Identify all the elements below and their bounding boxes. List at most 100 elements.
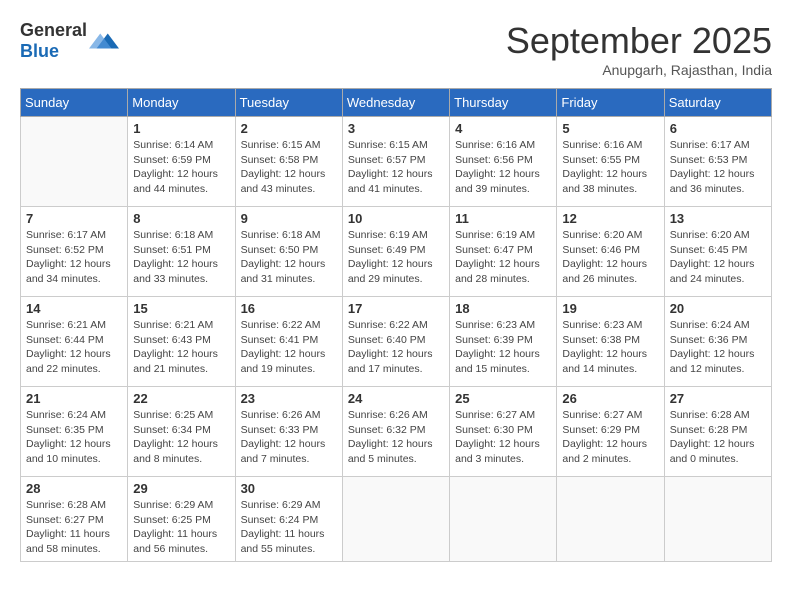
calendar-table: SundayMondayTuesdayWednesdayThursdayFrid… (20, 88, 772, 562)
logo-general: General (20, 20, 87, 40)
day-number: 27 (670, 391, 766, 406)
calendar-header-monday: Monday (128, 89, 235, 117)
day-number: 18 (455, 301, 551, 316)
day-number: 17 (348, 301, 444, 316)
day-number: 12 (562, 211, 658, 226)
day-number: 4 (455, 121, 551, 136)
day-number: 29 (133, 481, 229, 496)
day-number: 3 (348, 121, 444, 136)
calendar-cell: 3 Sunrise: 6:15 AM Sunset: 6:57 PM Daylig… (342, 117, 449, 207)
calendar-cell (450, 477, 557, 562)
day-number: 28 (26, 481, 122, 496)
calendar-cell (557, 477, 664, 562)
calendar-cell: 8Sunrise: 6:18 AM Sunset: 6:51 PM Daylig… (128, 207, 235, 297)
calendar-week-4: 21Sunrise: 6:24 AM Sunset: 6:35 PM Dayli… (21, 387, 772, 477)
day-number: 11 (455, 211, 551, 226)
day-info: Sunrise: 6:24 AM Sunset: 6:36 PM Dayligh… (670, 318, 766, 377)
logo: General Blue (20, 20, 119, 62)
day-number: 13 (670, 211, 766, 226)
calendar-header-sunday: Sunday (21, 89, 128, 117)
day-info: Sunrise: 6:16 AM Sunset: 6:55 PM Dayligh… (562, 138, 658, 197)
calendar-header-saturday: Saturday (664, 89, 771, 117)
calendar-week-5: 28 Sunrise: 6:28 AM Sunset: 6:27 PM Dayli… (21, 477, 772, 562)
month-title: September 2025 (506, 20, 772, 62)
day-info: Sunrise: 6:15 AM Sunset: 6:57 PM Dayligh… (348, 138, 444, 197)
day-info: Sunrise: 6:19 AM Sunset: 6:49 PM Dayligh… (348, 228, 444, 287)
day-number: 5 (562, 121, 658, 136)
day-number: 10 (348, 211, 444, 226)
calendar-cell: 18Sunrise: 6:23 AM Sunset: 6:39 PM Dayli… (450, 297, 557, 387)
calendar-cell: 7 Sunrise: 6:17 AM Sunset: 6:52 PM Daylig… (21, 207, 128, 297)
day-info: Sunrise: 6:23 AM Sunset: 6:38 PM Dayligh… (562, 318, 658, 377)
calendar-cell: 24 Sunrise: 6:26 AM Sunset: 6:32 PM Dayli… (342, 387, 449, 477)
day-info: Sunrise: 6:18 AM Sunset: 6:51 PM Dayligh… (133, 228, 229, 287)
calendar-cell: 26 Sunrise: 6:27 AM Sunset: 6:29 PM Dayli… (557, 387, 664, 477)
day-info: Sunrise: 6:19 AM Sunset: 6:47 PM Dayligh… (455, 228, 551, 287)
calendar-cell: 23 Sunrise: 6:26 AM Sunset: 6:33 PM Dayli… (235, 387, 342, 477)
calendar-week-2: 7 Sunrise: 6:17 AM Sunset: 6:52 PM Daylig… (21, 207, 772, 297)
day-info: Sunrise: 6:25 AM Sunset: 6:34 PM Dayligh… (133, 408, 229, 467)
day-info: Sunrise: 6:27 AM Sunset: 6:30 PM Dayligh… (455, 408, 551, 467)
day-info: Sunrise: 6:27 AM Sunset: 6:29 PM Dayligh… (562, 408, 658, 467)
day-info: Sunrise: 6:20 AM Sunset: 6:46 PM Dayligh… (562, 228, 658, 287)
day-number: 14 (26, 301, 122, 316)
location-subtitle: Anupgarh, Rajasthan, India (506, 62, 772, 78)
day-number: 30 (241, 481, 337, 496)
calendar-cell: 30Sunrise: 6:29 AM Sunset: 6:24 PM Dayli… (235, 477, 342, 562)
day-info: Sunrise: 6:17 AM Sunset: 6:53 PM Dayligh… (670, 138, 766, 197)
logo-blue: Blue (20, 41, 59, 61)
day-number: 24 (348, 391, 444, 406)
day-info: Sunrise: 6:16 AM Sunset: 6:56 PM Dayligh… (455, 138, 551, 197)
calendar-cell: 11 Sunrise: 6:19 AM Sunset: 6:47 PM Dayli… (450, 207, 557, 297)
day-number: 23 (241, 391, 337, 406)
day-number: 15 (133, 301, 229, 316)
day-number: 9 (241, 211, 337, 226)
calendar-cell: 21Sunrise: 6:24 AM Sunset: 6:35 PM Dayli… (21, 387, 128, 477)
calendar-cell: 27 Sunrise: 6:28 AM Sunset: 6:28 PM Dayli… (664, 387, 771, 477)
calendar-header-tuesday: Tuesday (235, 89, 342, 117)
day-number: 19 (562, 301, 658, 316)
day-number: 16 (241, 301, 337, 316)
calendar-cell: 14 Sunrise: 6:21 AM Sunset: 6:44 PM Dayli… (21, 297, 128, 387)
day-info: Sunrise: 6:26 AM Sunset: 6:32 PM Dayligh… (348, 408, 444, 467)
calendar-cell: 12 Sunrise: 6:20 AM Sunset: 6:46 PM Dayli… (557, 207, 664, 297)
day-info: Sunrise: 6:21 AM Sunset: 6:44 PM Dayligh… (26, 318, 122, 377)
calendar-header-friday: Friday (557, 89, 664, 117)
calendar-header-thursday: Thursday (450, 89, 557, 117)
day-info: Sunrise: 6:28 AM Sunset: 6:28 PM Dayligh… (670, 408, 766, 467)
logo-icon (89, 26, 119, 56)
calendar-cell (664, 477, 771, 562)
calendar-cell: 4 Sunrise: 6:16 AM Sunset: 6:56 PM Daylig… (450, 117, 557, 207)
day-number: 20 (670, 301, 766, 316)
day-info: Sunrise: 6:22 AM Sunset: 6:41 PM Dayligh… (241, 318, 337, 377)
day-info: Sunrise: 6:17 AM Sunset: 6:52 PM Dayligh… (26, 228, 122, 287)
day-number: 26 (562, 391, 658, 406)
calendar-cell: 10 Sunrise: 6:19 AM Sunset: 6:49 PM Dayli… (342, 207, 449, 297)
day-number: 7 (26, 211, 122, 226)
day-info: Sunrise: 6:20 AM Sunset: 6:45 PM Dayligh… (670, 228, 766, 287)
calendar-cell: 28 Sunrise: 6:28 AM Sunset: 6:27 PM Dayli… (21, 477, 128, 562)
day-number: 2 (241, 121, 337, 136)
day-info: Sunrise: 6:15 AM Sunset: 6:58 PM Dayligh… (241, 138, 337, 197)
calendar-week-3: 14 Sunrise: 6:21 AM Sunset: 6:44 PM Dayli… (21, 297, 772, 387)
calendar-cell: 1 Sunrise: 6:14 AM Sunset: 6:59 PM Daylig… (128, 117, 235, 207)
day-info: Sunrise: 6:29 AM Sunset: 6:25 PM Dayligh… (133, 498, 229, 557)
calendar-cell (342, 477, 449, 562)
day-number: 6 (670, 121, 766, 136)
calendar-cell: 5 Sunrise: 6:16 AM Sunset: 6:55 PM Daylig… (557, 117, 664, 207)
calendar-cell: 29 Sunrise: 6:29 AM Sunset: 6:25 PM Dayli… (128, 477, 235, 562)
calendar-cell: 6 Sunrise: 6:17 AM Sunset: 6:53 PM Daylig… (664, 117, 771, 207)
calendar-cell: 19 Sunrise: 6:23 AM Sunset: 6:38 PM Dayli… (557, 297, 664, 387)
day-number: 21 (26, 391, 122, 406)
day-number: 1 (133, 121, 229, 136)
calendar-cell: 22Sunrise: 6:25 AM Sunset: 6:34 PM Dayli… (128, 387, 235, 477)
day-info: Sunrise: 6:14 AM Sunset: 6:59 PM Dayligh… (133, 138, 229, 197)
calendar-week-1: 1 Sunrise: 6:14 AM Sunset: 6:59 PM Daylig… (21, 117, 772, 207)
calendar-cell: 2 Sunrise: 6:15 AM Sunset: 6:58 PM Daylig… (235, 117, 342, 207)
calendar-cell: 25Sunrise: 6:27 AM Sunset: 6:30 PM Dayli… (450, 387, 557, 477)
calendar-cell: 20 Sunrise: 6:24 AM Sunset: 6:36 PM Dayli… (664, 297, 771, 387)
calendar-cell: 17Sunrise: 6:22 AM Sunset: 6:40 PM Dayli… (342, 297, 449, 387)
calendar-body: 1 Sunrise: 6:14 AM Sunset: 6:59 PM Daylig… (21, 117, 772, 562)
day-info: Sunrise: 6:26 AM Sunset: 6:33 PM Dayligh… (241, 408, 337, 467)
day-info: Sunrise: 6:28 AM Sunset: 6:27 PM Dayligh… (26, 498, 122, 557)
